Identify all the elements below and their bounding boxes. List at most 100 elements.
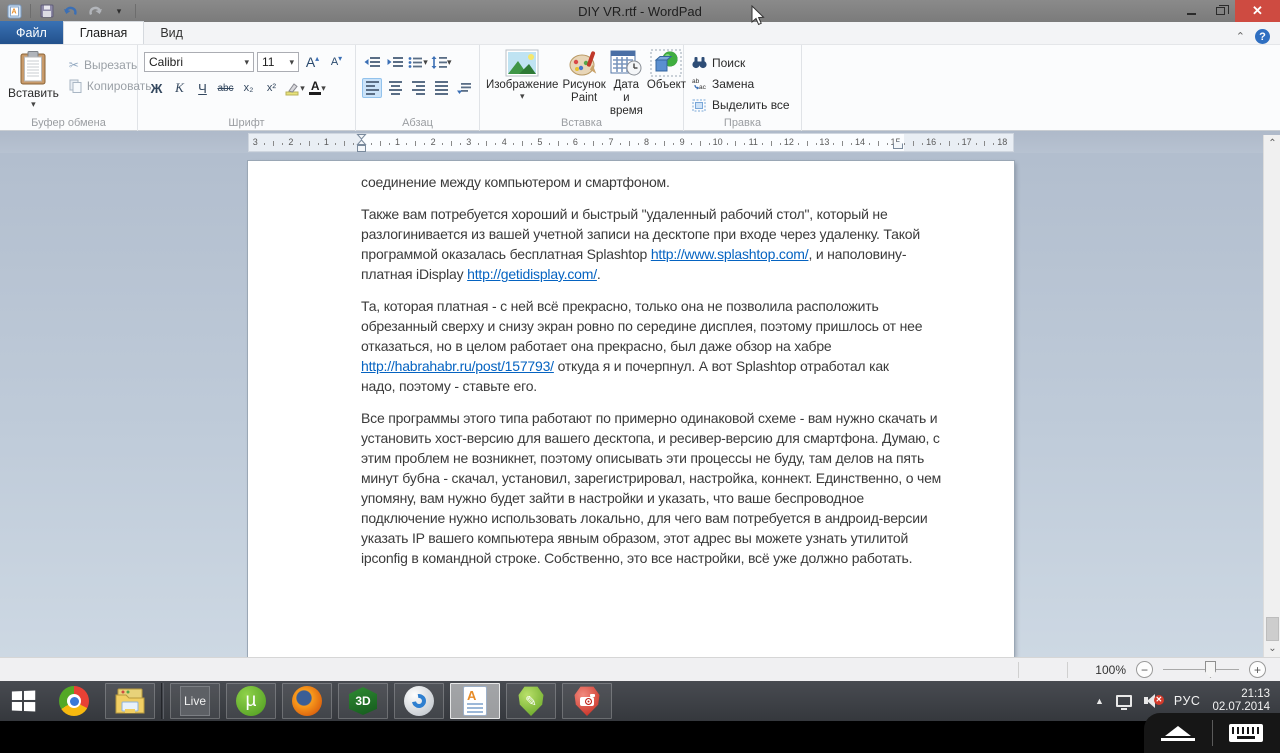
taskbar-utorrent[interactable]: µ [226, 683, 276, 719]
taskbar-tridef3d[interactable]: 3D [338, 683, 388, 719]
taskbar-chrome[interactable] [49, 683, 99, 719]
ruler-tick [406, 143, 408, 145]
hyperlink[interactable]: http://habrahabr.ru/post/157793/ [361, 358, 554, 374]
ruler-tick [735, 141, 737, 146]
language-indicator[interactable]: РУС [1174, 694, 1201, 708]
ribbon-group-font: Calibri ▾ 11 ▾ A ▴ A ▾ Ж К Ч abc x₂ x² ▾ A [138, 45, 356, 131]
taskbar-capture-app[interactable] [562, 683, 612, 719]
paste-button[interactable]: Вставить ▾ [4, 49, 63, 115]
strikethrough-button[interactable]: abc [215, 78, 236, 98]
taskbar-firefox[interactable] [282, 683, 332, 719]
hyperlink[interactable]: http://getidisplay.com/ [467, 266, 597, 282]
ribbon-empty-space [802, 45, 1280, 130]
taskbar-separator [161, 683, 164, 719]
taskbar-wordpad-active[interactable]: A [450, 683, 500, 719]
decrease-indent-button[interactable] [362, 52, 382, 72]
insert-object-button[interactable]: Объект [645, 49, 688, 92]
undo-button[interactable] [61, 2, 81, 20]
taskbar-editor-app[interactable]: ✎ [506, 683, 556, 719]
ruler-tick [450, 141, 452, 146]
window-title: DIY VR.rtf - WordPad [578, 3, 702, 19]
zoom-out-button[interactable]: − [1136, 661, 1153, 678]
subscript-button[interactable]: x₂ [238, 78, 259, 98]
show-hidden-icons[interactable]: ▲ [1095, 696, 1104, 706]
justify-button[interactable] [431, 78, 451, 98]
restore-button[interactable] [1206, 0, 1235, 22]
tray-clock[interactable]: 21:13 02.07.2014 [1212, 688, 1270, 714]
qat-separator [135, 4, 136, 18]
date-time-button[interactable]: Дата и время [608, 49, 645, 118]
scrollbar-thumb[interactable] [1266, 617, 1279, 641]
align-left-button[interactable] [362, 78, 382, 98]
ruler-tick [593, 141, 595, 146]
document-page[interactable]: соединение между компьютером и смартфоно… [248, 161, 1014, 657]
paste-dropdown-caret: ▾ [31, 99, 36, 109]
zoom-level: 100% [1095, 662, 1126, 677]
font-family-select[interactable]: Calibri ▾ [144, 52, 254, 72]
close-button[interactable]: ✕ [1235, 0, 1280, 22]
ruler-tick [486, 141, 488, 146]
ruler-number: 12 [783, 137, 794, 147]
paragraph-icon [456, 82, 471, 94]
increase-indent-button[interactable] [385, 52, 405, 72]
increase-indent-icon [387, 56, 403, 67]
save-button[interactable] [37, 2, 57, 20]
superscript-button[interactable]: x² [261, 78, 282, 98]
start-button[interactable] [0, 681, 46, 721]
italic-button[interactable]: К [169, 78, 190, 98]
line-spacing-button[interactable]: ▾ [431, 52, 452, 72]
expand-overlay-button[interactable] [1144, 713, 1212, 753]
keyboard-icon [1229, 724, 1264, 742]
zoom-slider[interactable] [1163, 661, 1239, 678]
tab-view[interactable]: Вид [144, 21, 199, 44]
bold-button[interactable]: Ж [146, 78, 167, 98]
font-size-select[interactable]: 11 ▾ [257, 52, 299, 72]
zoom-slider-thumb[interactable] [1205, 661, 1216, 678]
ruler-tick [726, 143, 728, 145]
shrink-font-button[interactable]: A ▾ [326, 52, 347, 72]
insert-image-button[interactable]: Изображение ▾ [484, 49, 560, 101]
tab-home[interactable]: Главная [62, 21, 145, 44]
select-all-button[interactable]: Выделить все [692, 96, 797, 115]
customize-qat-dropdown[interactable]: ▾ [109, 2, 129, 20]
list-button[interactable]: ▾ [408, 52, 428, 72]
taskbar-file-explorer[interactable] [105, 683, 155, 719]
network-icon[interactable] [1115, 695, 1132, 710]
align-right-button[interactable] [408, 78, 428, 98]
vertical-scrollbar[interactable]: ⌃ ⌄ [1263, 135, 1280, 657]
zoom-in-button[interactable]: + [1249, 661, 1266, 678]
tab-file[interactable]: Файл [0, 21, 63, 44]
font-color-button[interactable]: A ▾ [307, 78, 328, 98]
ribbon-group-paragraph: ▾ ▾ Абзац [356, 45, 480, 131]
touch-keyboard-button[interactable] [1213, 713, 1280, 753]
ruler-tick [264, 143, 266, 145]
grow-font-button[interactable]: A ▴ [302, 52, 323, 72]
scroll-down-arrow-icon[interactable]: ⌄ [1264, 640, 1280, 657]
ruler-tick [370, 143, 372, 145]
hyperlink[interactable]: http://www.splashtop.com/ [651, 246, 809, 262]
underline-button[interactable]: Ч [192, 78, 213, 98]
text-segment: подключение нужно использовать локально,… [361, 510, 928, 526]
paint-drawing-button[interactable]: Рисунок Paint [560, 49, 607, 105]
collapse-ribbon-icon[interactable]: ⌃ [1236, 30, 1245, 43]
help-icon[interactable]: ? [1255, 29, 1270, 44]
align-center-button[interactable] [385, 78, 405, 98]
paragraph-dialog-button[interactable] [454, 78, 474, 98]
taskbar-live[interactable]: Live [170, 683, 220, 719]
minimize-button[interactable] [1177, 0, 1206, 22]
muted-speaker-icon[interactable]: ✕ [1143, 694, 1164, 708]
taskbar-splashtop[interactable] [394, 683, 444, 719]
wordpad-app-icon: A [4, 2, 24, 20]
text-segment: платная iDisplay [361, 266, 468, 282]
ruler-tick [299, 143, 301, 145]
scroll-up-arrow-icon[interactable]: ⌃ [1264, 135, 1280, 152]
ruler[interactable]: 3 2 1 1 2 3 4 5 6 7 8 9 10 11 12 13 14 15 16 17 18 [248, 133, 1014, 152]
redo-button[interactable] [85, 2, 105, 20]
replace-button[interactable]: ab ac Замена [692, 74, 797, 93]
find-button[interactable]: Поиск [692, 53, 797, 72]
minimize-icon [1187, 13, 1196, 15]
ruler-tick [308, 141, 310, 146]
ruler-tick [655, 143, 657, 145]
highlight-color-button[interactable]: ▾ [284, 78, 305, 98]
indent-marker[interactable] [356, 134, 367, 152]
